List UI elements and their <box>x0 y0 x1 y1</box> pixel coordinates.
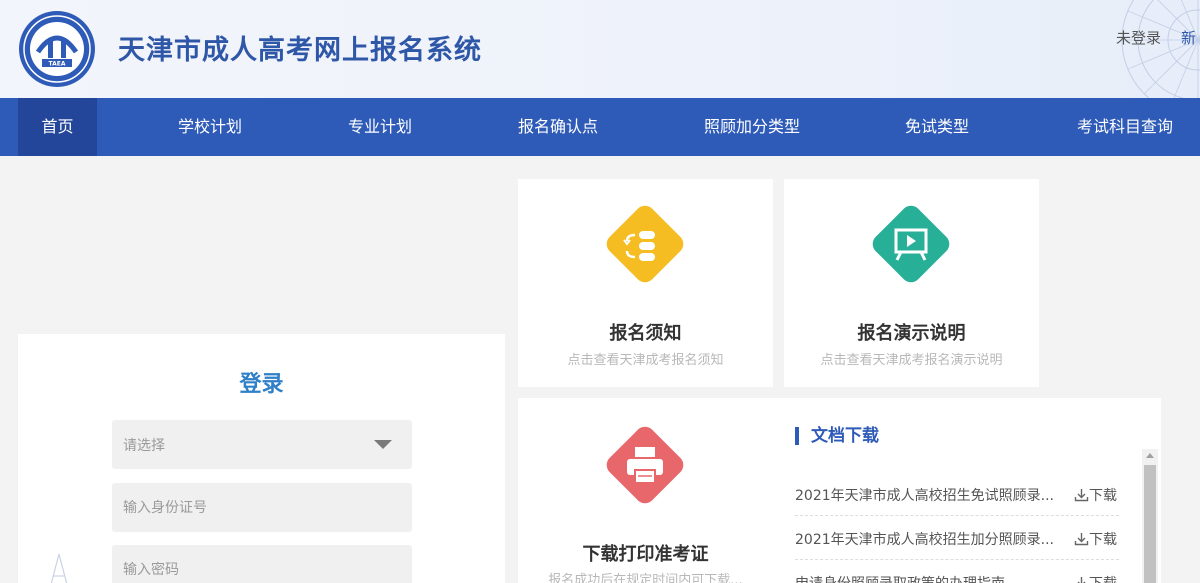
flow-icon <box>606 205 684 283</box>
card-title: 下载打印准考证 <box>582 544 709 565</box>
registration-demo-card[interactable]: 报名演示说明 点击查看天津成考报名演示说明 <box>784 179 1039 387</box>
list-item[interactable]: 2021年天津市成人高校招生加分照顾录... 下载 <box>795 516 1119 560</box>
download-button[interactable]: 下载 <box>1074 573 1117 583</box>
download-icon <box>1074 489 1089 502</box>
chevron-down-icon[interactable] <box>374 440 392 449</box>
card-title: 报名演示说明 <box>857 323 966 344</box>
password-field[interactable] <box>112 545 412 583</box>
identity-select[interactable]: 请选择 <box>112 420 412 469</box>
download-section-title: 文档下载 <box>795 427 879 445</box>
download-button[interactable]: 下载 <box>1074 529 1117 549</box>
nav-school-plan[interactable]: 学校计划 <box>160 98 260 156</box>
logo-text: TAEA <box>48 61 65 68</box>
scroll-up-icon[interactable] <box>1146 453 1154 458</box>
print-admission-card[interactable]: 下载打印准考证 报名成功后在规定时间内可下载... <box>518 398 773 583</box>
id-number-input[interactable] <box>112 483 412 532</box>
id-number-field[interactable] <box>112 483 412 532</box>
nav-subject-query[interactable]: 考试科目查询 <box>1057 98 1193 156</box>
download-label: 下载 <box>1089 532 1117 548</box>
main-nav: 首页 学校计划 专业计划 报名确认点 照顾加分类型 免试类型 考试科目查询 <box>0 98 1200 156</box>
card-title: 报名须知 <box>609 323 682 344</box>
site-title: 天津市成人高考网上报名系统 <box>118 35 482 66</box>
document-link[interactable]: 2021年天津市成人高校招生免试照顾录... <box>795 485 1053 505</box>
download-label: 下载 <box>1089 488 1117 504</box>
nav-home[interactable]: 首页 <box>18 98 97 156</box>
login-status-link[interactable]: 未登录 <box>1116 27 1161 48</box>
card-subtitle: 点击查看天津成考报名演示说明 <box>820 353 1003 368</box>
document-link[interactable]: 2021年天津市成人高校招生加分照顾录... <box>795 529 1053 549</box>
register-link[interactable]: 新 <box>1181 27 1196 48</box>
site-header: TAEA 天津市成人高考网上报名系统 未登录 新 <box>0 0 1200 98</box>
printer-icon <box>606 426 684 504</box>
nav-bonus-type[interactable]: 照顾加分类型 <box>684 98 820 156</box>
nav-major-plan[interactable]: 专业计划 <box>330 98 430 156</box>
scroll-thumb[interactable] <box>1144 465 1156 583</box>
download-button[interactable]: 下载 <box>1074 485 1117 505</box>
download-list-scrollbar[interactable] <box>1142 449 1158 583</box>
password-input[interactable] <box>112 545 412 583</box>
tower-icon <box>50 553 68 583</box>
list-item[interactable]: 2021年天津市成人高校招生免试照顾录... 下载 <box>795 472 1119 516</box>
download-icon <box>1077 577 1086 583</box>
login-title: 登录 <box>239 372 284 397</box>
document-link[interactable]: 申请身份照顾录取政策的办理指南 <box>795 573 1053 583</box>
presentation-icon <box>872 205 950 283</box>
list-item[interactable]: 申请身份照顾录取政策的办理指南 下载 <box>795 560 1119 583</box>
card-subtitle: 点击查看天津成考报名须知 <box>567 353 724 368</box>
download-icon <box>1074 533 1089 546</box>
identity-select-value: 请选择 <box>123 438 165 454</box>
nav-exempt-type[interactable]: 免试类型 <box>887 98 987 156</box>
registration-notice-card[interactable]: 报名须知 点击查看天津成考报名须知 <box>518 179 773 387</box>
document-download-panel: 文档下载 2021年天津市成人高校招生免试照顾录... 下载 2021年天津市成… <box>773 398 1161 583</box>
decorative-wheel-icon <box>1121 0 1200 98</box>
login-panel: 登录 请选择 <box>18 334 505 583</box>
card-subtitle: 报名成功后在规定时间内可下载... <box>548 573 743 583</box>
nav-confirm-point[interactable]: 报名确认点 <box>498 98 618 156</box>
site-logo[interactable]: TAEA <box>18 10 96 88</box>
download-label: 下载 <box>1089 576 1117 583</box>
